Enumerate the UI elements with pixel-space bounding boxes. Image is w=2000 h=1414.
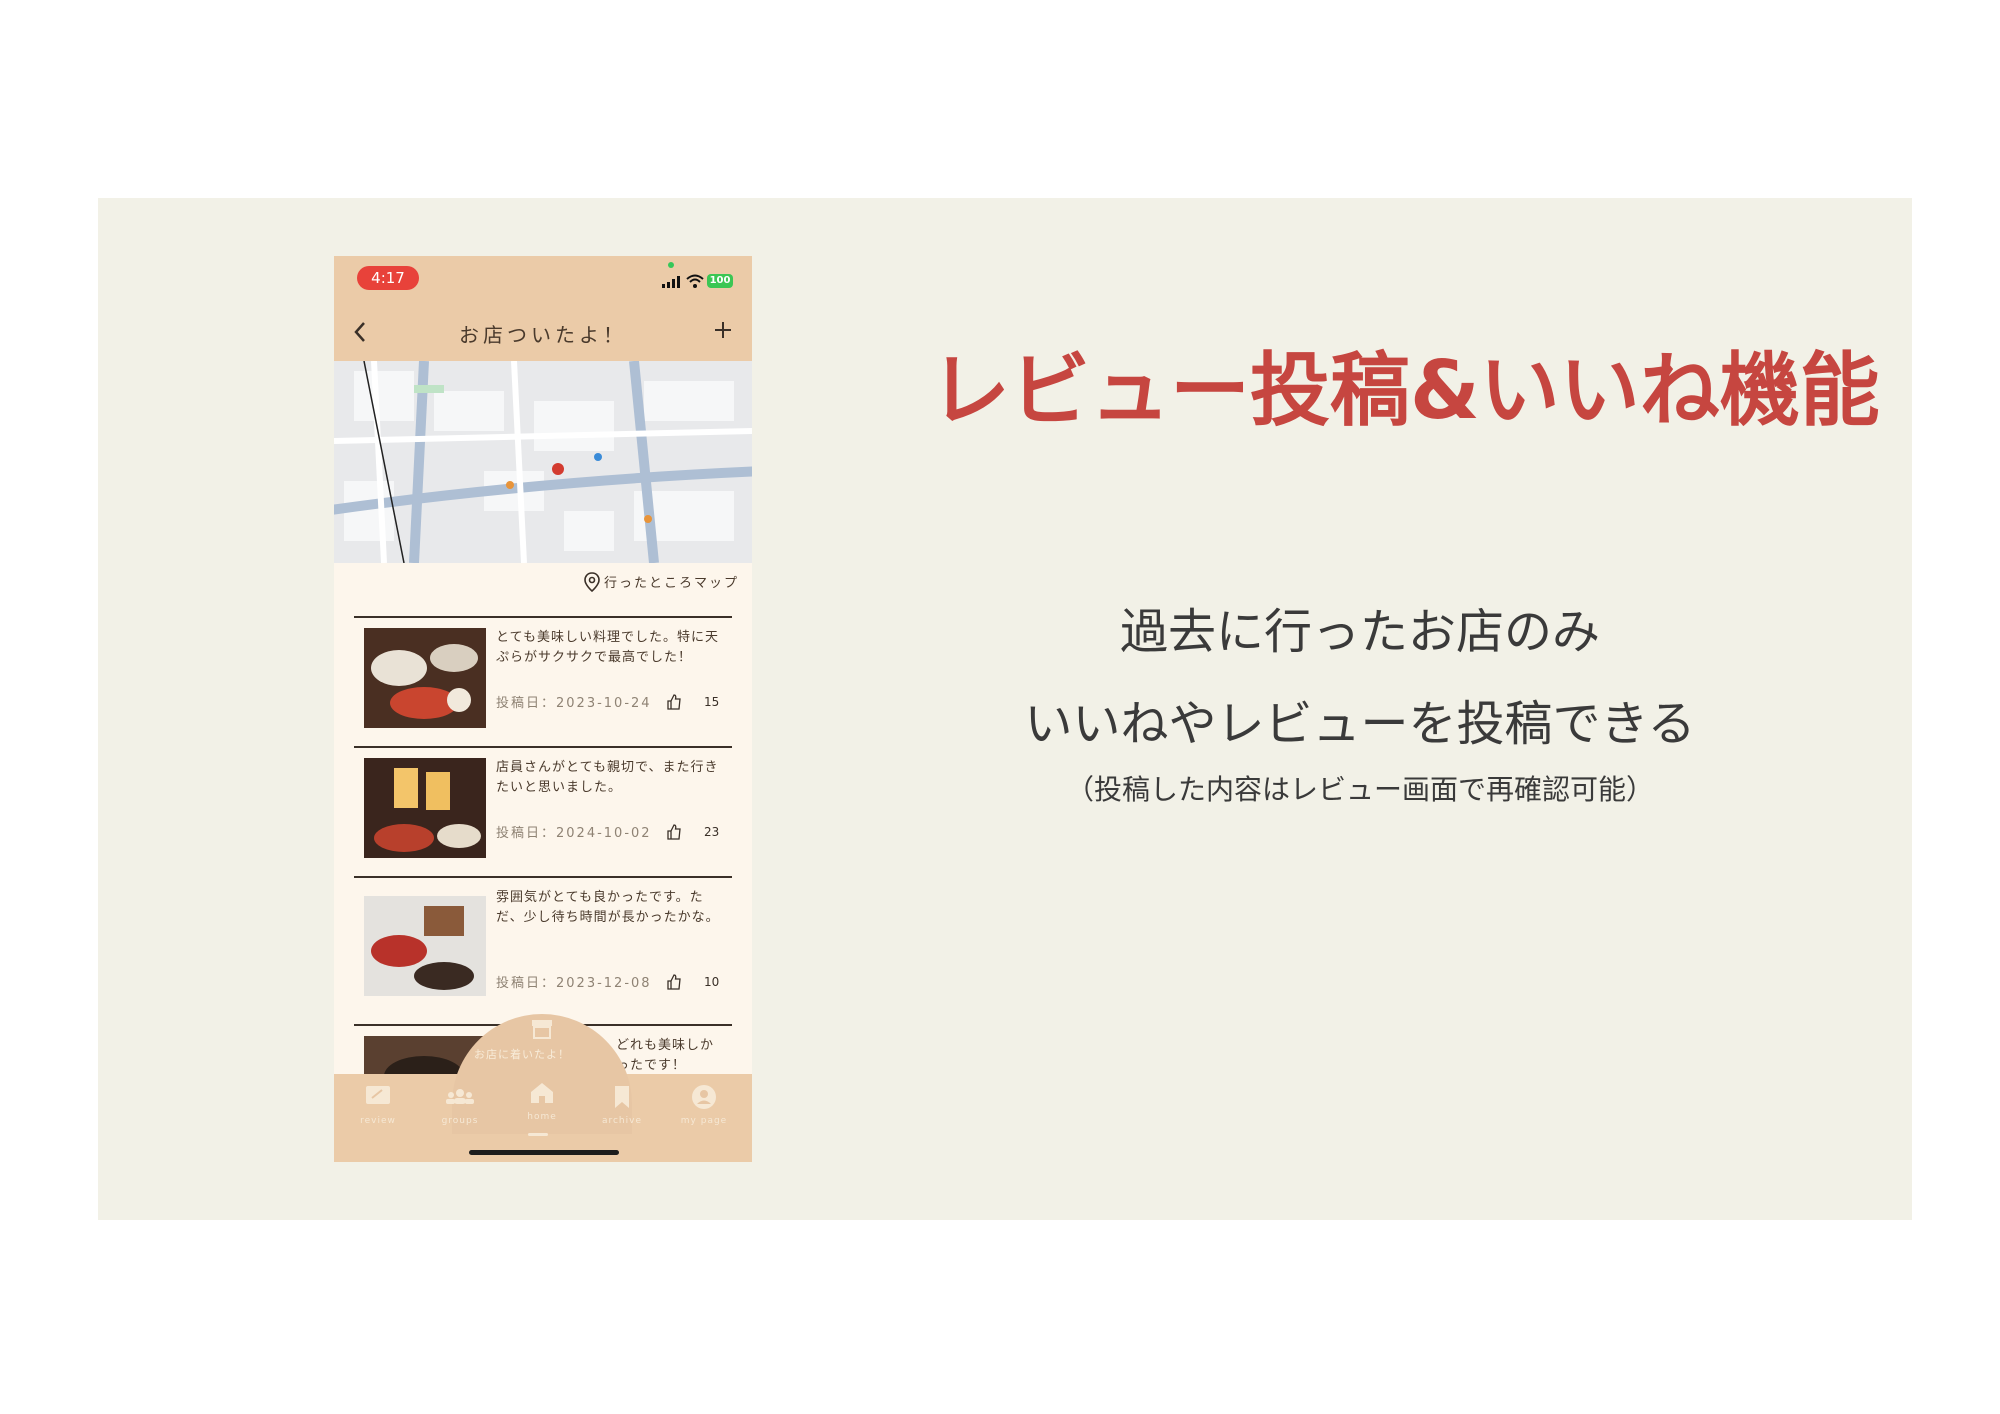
privacy-indicator (668, 262, 674, 268)
review-text: 店員さんがとても親切で、また行きたいと思いました。 (496, 760, 719, 795)
wifi-icon (686, 274, 704, 288)
back-chevron-icon[interactable] (352, 320, 370, 344)
review-date: 投稿日：2024-10-02 (496, 826, 652, 841)
home-indicator (469, 1150, 619, 1155)
tab-label: archive (601, 1116, 643, 1126)
thumbs-up-icon[interactable] (666, 694, 682, 710)
slide-headline: レビュー投稿&いいね機能 (930, 344, 1880, 437)
tab-review[interactable]: review (348, 1084, 408, 1144)
add-icon[interactable] (713, 320, 733, 340)
slide-note: （投稿した内容はレビュー画面で再確認可能） (1065, 773, 1654, 806)
page-title: お店ついたよ！ (459, 323, 627, 347)
map-graphic (334, 361, 752, 563)
review-text: 雰囲気がとても良かったです。ただ、少し待ち時間が長かったかな。 (496, 890, 720, 925)
review-item[interactable]: 雰囲気がとても良かったです。ただ、少し待ち時間が長かったかな。 投稿日：2023… (354, 876, 732, 1024)
tab-label: groups (441, 1116, 479, 1126)
review-text: とても美味しい料理でした。特に天ぷらがサクサクで最高でした！ (496, 630, 719, 665)
visited-map-label: 行ったところマップ (604, 576, 740, 591)
like-count: 23 (704, 825, 720, 839)
group-icon (446, 1089, 474, 1104)
like-count: 15 (704, 695, 720, 709)
thumbs-up-icon[interactable] (666, 974, 682, 990)
tab-groups[interactable]: groups (430, 1084, 490, 1144)
review-text: どれも美味しかったです！ (616, 1038, 715, 1073)
review-date: 投稿日：2023-10-24 (496, 696, 652, 711)
storefront-icon (532, 1020, 552, 1039)
tab-label: my page (680, 1116, 728, 1126)
review-item[interactable]: とても美味しい料理でした。特に天ぷらがサクサクで最高でした！ 投稿日：2023-… (354, 616, 732, 746)
active-tab-indicator (528, 1133, 548, 1136)
slide-body-line2: いいねやレビューを投稿できる (1024, 696, 1696, 752)
home-icon (531, 1083, 553, 1103)
food-photo (364, 758, 486, 858)
review-date: 投稿日：2023-12-08 (496, 976, 652, 991)
tab-my-page[interactable]: my page (674, 1084, 734, 1144)
review-item[interactable]: 店員さんがとても親切で、また行きたいと思いました。 投稿日：2024-10-02… (354, 746, 732, 876)
bookmark-icon (615, 1086, 629, 1108)
location-pin-icon (584, 572, 600, 592)
review-edit-icon (366, 1086, 390, 1104)
checkin-label: お店に着いたよ！ (474, 1048, 570, 1061)
account-icon (692, 1085, 716, 1109)
status-time: 4:17 (357, 266, 419, 290)
tab-label: review (360, 1116, 396, 1126)
signal-icon (662, 276, 680, 288)
tab-label: home (527, 1112, 557, 1122)
visited-map-link[interactable]: 行ったところマップ (584, 572, 744, 594)
phone-screen: 4:17 100 お店ついたよ！ 行ったところマップ とても美味しい料理でした。… (334, 256, 752, 1162)
thumbs-up-icon[interactable] (666, 824, 682, 840)
tab-archive[interactable]: archive (592, 1084, 652, 1144)
tab-home[interactable]: home (512, 1080, 572, 1140)
food-photo (364, 628, 486, 728)
like-count: 10 (704, 975, 720, 989)
map-view[interactable] (334, 361, 752, 563)
battery-indicator: 100 (707, 274, 733, 288)
slide-body-line1: 過去に行ったお店のみ (1119, 604, 1600, 660)
food-photo (364, 896, 486, 996)
